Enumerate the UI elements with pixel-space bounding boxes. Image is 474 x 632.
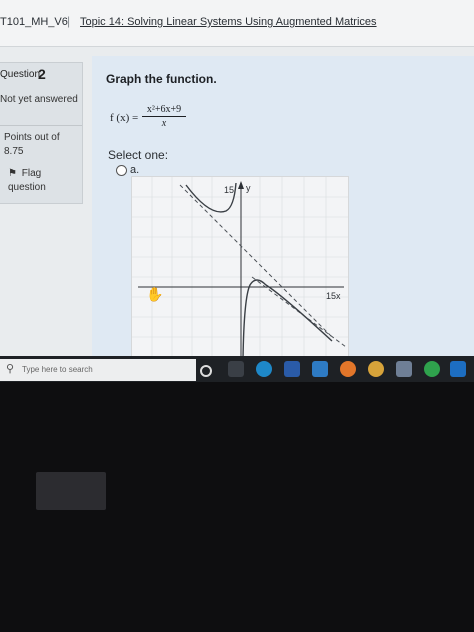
spotify-icon[interactable] bbox=[424, 361, 440, 377]
task-view-icon[interactable] bbox=[228, 361, 244, 377]
y-tick-label: 15 bbox=[224, 185, 234, 195]
x-tick-label: 15x bbox=[326, 291, 341, 301]
trackpad bbox=[36, 472, 106, 510]
option-a-label[interactable]: a. bbox=[130, 164, 139, 176]
points-label: Points out of 8.75 bbox=[4, 132, 60, 157]
flag-question-button[interactable]: ⚑ Flag question bbox=[8, 167, 80, 195]
graph-svg: 15 y 15x ✋ bbox=[132, 177, 348, 359]
option-a-radio[interactable] bbox=[116, 165, 127, 176]
word-icon[interactable] bbox=[284, 361, 300, 377]
y-axis-label: y bbox=[246, 183, 251, 193]
file-explorer-icon[interactable] bbox=[396, 361, 412, 377]
topic-link[interactable]: Topic 14: Solving Linear Systems Using A… bbox=[80, 16, 377, 28]
breadcrumb-bar: T101_MH_V6 | Topic 14: Solving Linear Sy… bbox=[0, 0, 474, 47]
chrome-icon[interactable] bbox=[368, 361, 384, 377]
breadcrumb-separator: | bbox=[67, 14, 71, 28]
search-placeholder: Type here to search bbox=[22, 365, 93, 374]
question-info-panel: Question 2 Not yet answered Points out o… bbox=[0, 62, 83, 204]
option-a-graph: 15 y 15x ✋ bbox=[131, 176, 349, 360]
question-status: Not yet answered bbox=[0, 94, 78, 105]
function-fraction: x²+6x+9 x bbox=[142, 104, 186, 129]
info-divider bbox=[0, 125, 82, 126]
taskbar-search-box[interactable]: ⚲ Type here to search bbox=[0, 359, 196, 381]
laptop-bezel bbox=[0, 382, 474, 632]
screen: T101_MH_V6 | Topic 14: Solving Linear Sy… bbox=[0, 0, 474, 382]
cortana-icon[interactable] bbox=[200, 365, 212, 377]
y-axis-arrow bbox=[238, 181, 244, 189]
mouse-cursor-icon: ✋ bbox=[146, 286, 163, 303]
search-icon: ⚲ bbox=[6, 363, 15, 375]
firefox-icon[interactable] bbox=[340, 361, 356, 377]
curve-right-branch bbox=[242, 279, 333, 359]
function-denominator: x bbox=[161, 118, 167, 129]
function-lhs: f (x) = bbox=[110, 112, 139, 124]
select-one-label: Select one: bbox=[108, 148, 169, 162]
course-link[interactable]: T101_MH_V6 bbox=[0, 16, 68, 28]
outlook-icon[interactable] bbox=[450, 361, 466, 377]
question-label: Question bbox=[0, 69, 41, 80]
edge-browser-icon[interactable] bbox=[256, 361, 272, 377]
function-numerator: x²+6x+9 bbox=[142, 104, 186, 117]
mail-icon[interactable] bbox=[312, 361, 328, 377]
flag-icon: ⚑ bbox=[8, 168, 17, 179]
slant-asymptote-upper bbox=[179, 184, 333, 338]
grid bbox=[132, 177, 348, 359]
question-number: 2 bbox=[38, 66, 46, 82]
question-prompt: Graph the function. bbox=[106, 72, 217, 86]
